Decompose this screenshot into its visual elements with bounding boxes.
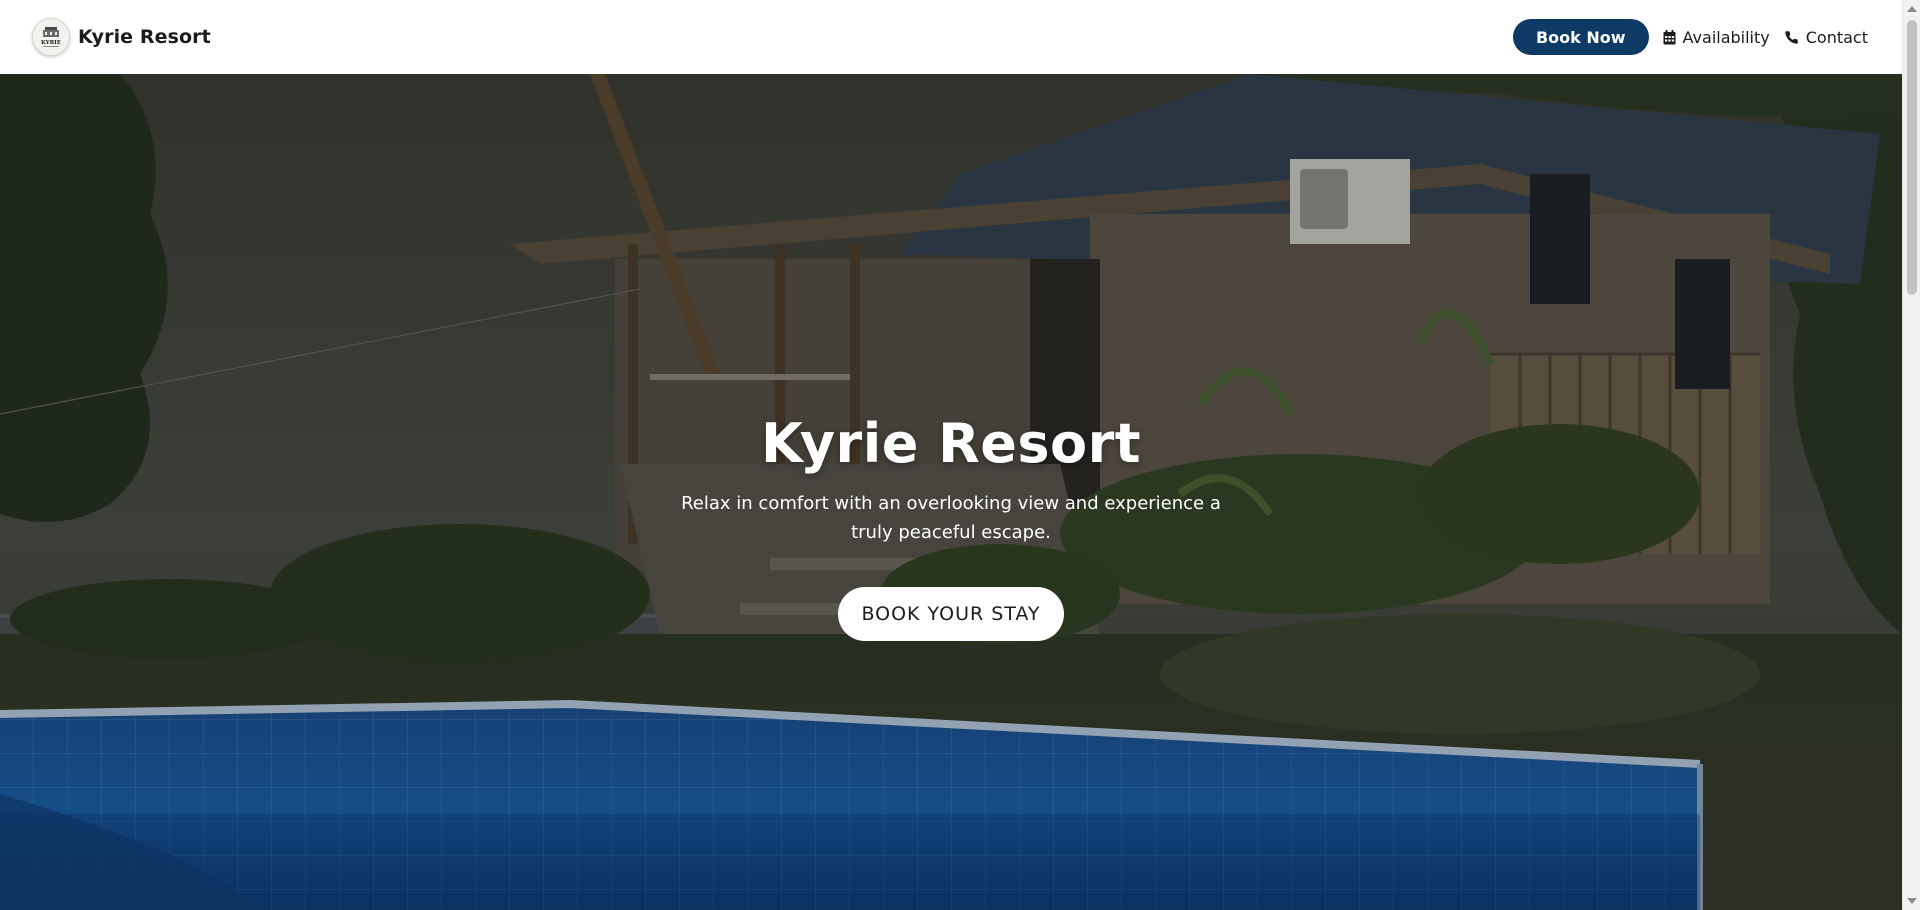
scroll-down-arrow-icon[interactable] xyxy=(1907,898,1917,904)
hero-title: Kyrie Resort xyxy=(760,412,1142,475)
logo-emblem-icon: KYRIE xyxy=(41,27,61,47)
contact-label: Contact xyxy=(1805,27,1868,47)
phone-icon xyxy=(1784,30,1799,45)
book-your-stay-button[interactable]: BOOK YOUR STAY xyxy=(838,587,1064,641)
resort-logo: KYRIE xyxy=(32,18,70,56)
logo-text: KYRIE xyxy=(41,40,61,46)
book-now-button[interactable]: Book Now xyxy=(1512,19,1649,55)
availability-label: Availability xyxy=(1682,27,1770,47)
hero-subtitle: Relax in comfort with an overlooking vie… xyxy=(681,493,1221,543)
brand-name: Kyrie Resort xyxy=(78,26,211,48)
scrollbar-thumb[interactable] xyxy=(1907,20,1917,295)
hero-section: Kyrie Resort Relax in comfort with an ov… xyxy=(0,74,1902,910)
nav-link-contact[interactable]: Contact xyxy=(1784,28,1868,47)
primary-nav: Book Now Availability Contact xyxy=(1512,19,1868,55)
page-scrollbar[interactable] xyxy=(1902,0,1920,910)
hero-content: Kyrie Resort Relax in comfort with an ov… xyxy=(0,412,1902,641)
brand-link[interactable]: KYRIE Kyrie Resort xyxy=(32,18,211,56)
calendar-icon xyxy=(1663,29,1676,45)
scroll-up-arrow-icon[interactable] xyxy=(1907,6,1917,12)
nav-link-availability[interactable]: Availability xyxy=(1663,28,1770,47)
top-navbar: KYRIE Kyrie Resort Book Now Availability… xyxy=(0,0,1902,74)
